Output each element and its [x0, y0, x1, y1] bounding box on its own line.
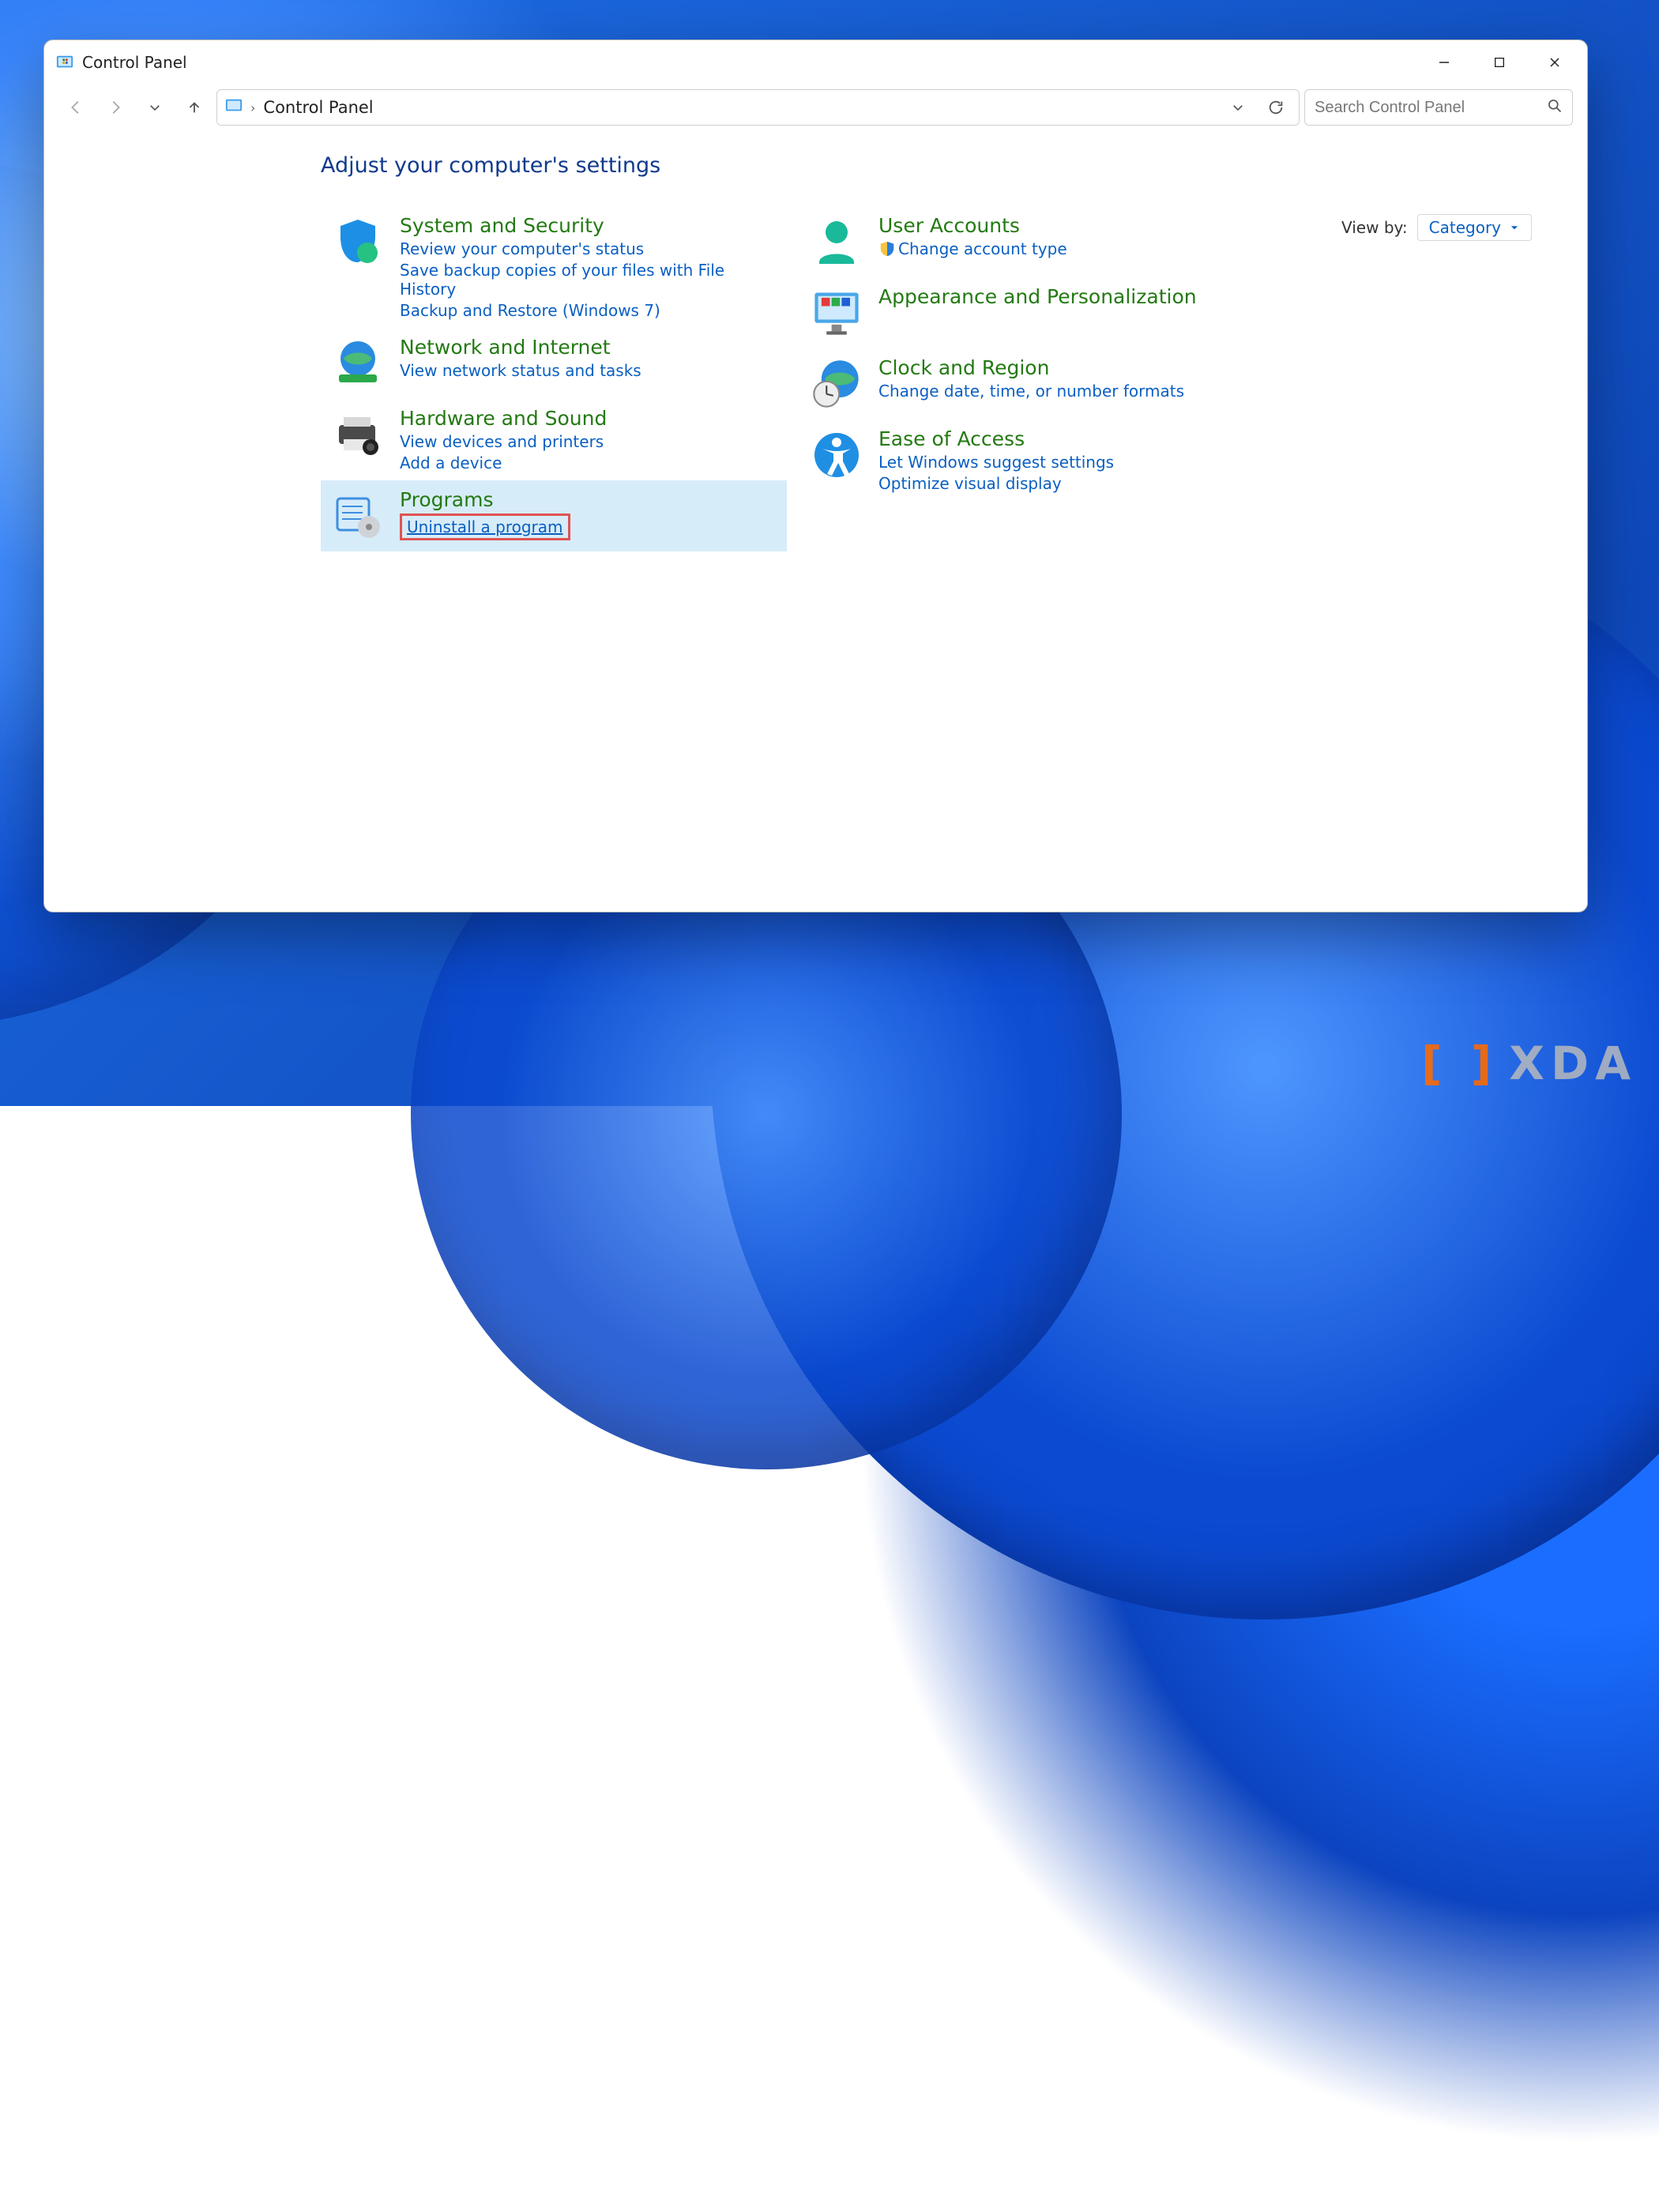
category-appearance-personalization: Appearance and Personalization: [799, 277, 1266, 348]
printer-icon: [330, 407, 386, 462]
view-by-value: Category: [1429, 218, 1501, 237]
minimize-button[interactable]: [1416, 43, 1472, 82]
search-box[interactable]: [1304, 89, 1573, 126]
control-panel-window: Control Panel › Control Panel Adjust you…: [43, 40, 1588, 912]
task-link[interactable]: Optimize visual display: [878, 474, 1114, 493]
task-link[interactable]: Change account type: [878, 239, 1067, 258]
category-hardware-sound: Hardware and Sound View devices and prin…: [321, 399, 787, 480]
view-by-label: View by:: [1341, 218, 1408, 237]
task-link[interactable]: Save backup copies of your files with Fi…: [400, 261, 777, 299]
category-programs: Programs Uninstall a program: [321, 480, 787, 551]
control-panel-app-icon: [55, 53, 74, 72]
recent-locations-button[interactable]: [137, 90, 172, 125]
maximize-button[interactable]: [1472, 43, 1527, 82]
monitor-icon: [809, 285, 864, 340]
category-user-accounts: User Accounts Change account type: [799, 206, 1266, 277]
close-button[interactable]: [1527, 43, 1582, 82]
nav-toolbar: › Control Panel: [44, 84, 1587, 131]
category-system-security: System and Security Review your computer…: [321, 206, 787, 328]
category-link[interactable]: Programs: [400, 488, 570, 511]
task-link[interactable]: Review your computer's status: [400, 239, 777, 258]
category-link[interactable]: User Accounts: [878, 214, 1067, 237]
back-button[interactable]: [58, 90, 93, 125]
page-title: Adjust your computer's settings: [321, 153, 1269, 178]
category-link[interactable]: System and Security: [400, 214, 777, 237]
category-network-internet: Network and Internet View network status…: [321, 328, 787, 399]
accessibility-icon: [809, 427, 864, 483]
task-link[interactable]: View devices and printers: [400, 432, 607, 451]
clock-globe-icon: [809, 356, 864, 412]
task-link[interactable]: Backup and Restore (Windows 7): [400, 301, 777, 320]
titlebar[interactable]: Control Panel: [44, 40, 1587, 84]
search-icon[interactable]: [1547, 98, 1563, 117]
uac-shield-icon: [878, 240, 896, 258]
task-link[interactable]: Let Windows suggest settings: [878, 453, 1114, 472]
window-title: Control Panel: [82, 53, 187, 72]
address-bar-dropdown[interactable]: [1223, 92, 1253, 122]
category-ease-of-access: Ease of Access Let Windows suggest setti…: [799, 419, 1266, 501]
user-icon: [809, 214, 864, 269]
xda-watermark: [ ] XDA: [1421, 1036, 1637, 1090]
task-link-uninstall-program[interactable]: Uninstall a program: [400, 514, 570, 540]
xda-bracket-icon: [ ]: [1421, 1036, 1498, 1090]
chevron-down-icon: [1509, 222, 1520, 233]
category-link[interactable]: Network and Internet: [400, 336, 641, 359]
address-bar-icon: [225, 97, 243, 118]
watermark-text: XDA: [1509, 1036, 1637, 1090]
up-button[interactable]: [177, 90, 212, 125]
breadcrumb[interactable]: Control Panel: [263, 98, 373, 117]
category-link[interactable]: Appearance and Personalization: [878, 285, 1197, 308]
task-link[interactable]: View network status and tasks: [400, 361, 641, 380]
category-column-right: User Accounts Change account type Appear…: [799, 206, 1266, 551]
view-by-dropdown[interactable]: Category: [1417, 214, 1532, 241]
refresh-button[interactable]: [1261, 92, 1291, 122]
search-input[interactable]: [1315, 99, 1539, 117]
category-clock-region: Clock and Region Change date, time, or n…: [799, 348, 1266, 419]
programs-icon: [330, 488, 386, 544]
category-column-left: System and Security Review your computer…: [321, 206, 787, 551]
category-link[interactable]: Hardware and Sound: [400, 407, 607, 430]
shield-icon: [330, 214, 386, 269]
forward-button[interactable]: [98, 90, 133, 125]
address-bar[interactable]: › Control Panel: [216, 89, 1300, 126]
category-link[interactable]: Clock and Region: [878, 356, 1184, 379]
breadcrumb-separator-icon: ›: [250, 100, 255, 115]
view-by-control: View by: Category: [1341, 214, 1532, 241]
category-link[interactable]: Ease of Access: [878, 427, 1114, 450]
content-area: Adjust your computer's settings System a…: [44, 131, 1587, 912]
task-link[interactable]: Change date, time, or number formats: [878, 382, 1184, 401]
task-link[interactable]: Add a device: [400, 453, 607, 472]
globe-icon: [330, 336, 386, 391]
